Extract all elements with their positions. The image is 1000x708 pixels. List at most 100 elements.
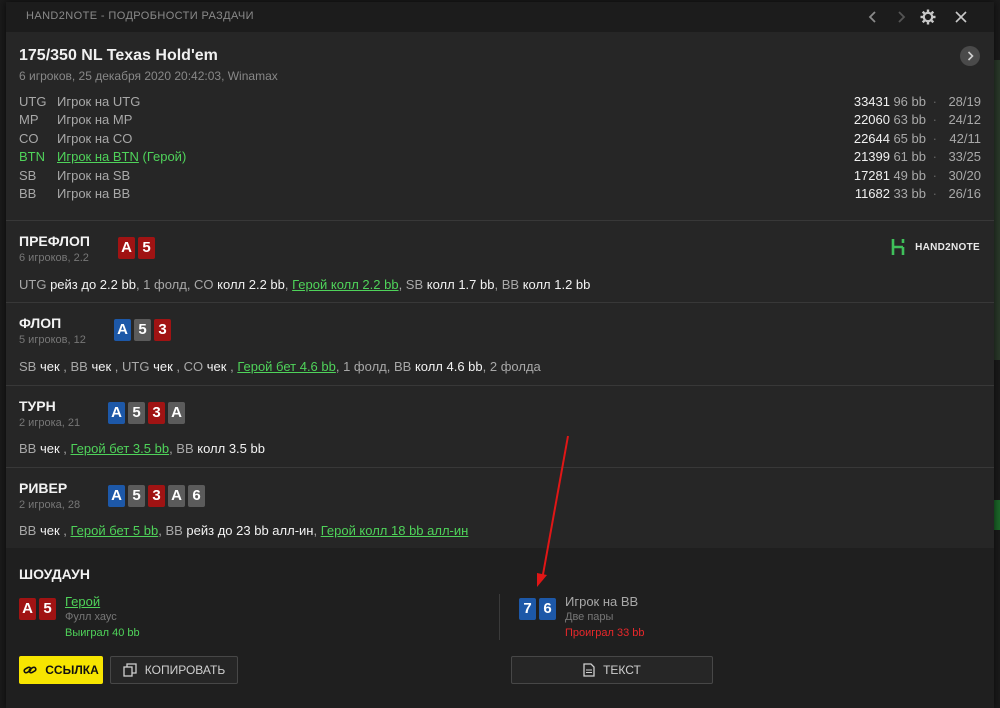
player-stack-bb: 96 bb [893,94,926,109]
villain-cards: 76 [519,598,556,620]
game-subtitle: 6 игроков, 25 декабря 2020 20:42:03, Win… [19,69,278,83]
window-title: HAND2NOTE - ПОДРОБНОСТИ РАЗДАЧИ [26,10,254,22]
close-button[interactable] [950,6,972,28]
street-sub: 2 игрока, 28 [19,499,81,511]
chevron-right-icon [967,51,974,61]
action-text: колл 2.2 bb [217,277,285,292]
player-name[interactable]: Игрок на SB [57,168,130,183]
card: A [19,598,36,620]
settings-button[interactable] [917,6,939,28]
player-position: SB [19,167,37,183]
player-name[interactable]: Игрок на BTN (Герой) [57,149,186,164]
hero-action[interactable]: Герой бет 5 bb [71,523,159,538]
separator-dot: · [932,94,937,109]
link-button-label: ССЫЛКА [45,663,99,677]
player-stack: 21399 [853,149,890,165]
hero-name[interactable]: Герой [65,594,100,609]
action-player: BB [19,441,40,456]
expand-button[interactable] [960,46,980,66]
player-name[interactable]: Игрок на CO [57,131,132,146]
player-stack-bb: 49 bb [893,167,926,183]
copy-button[interactable]: КОПИРОВАТЬ [110,656,238,684]
action-text: рейз до 2.2 bb [50,277,136,292]
action-player: BB [501,277,523,292]
player-row: BTN Игрок на BTN (Герой) 21399 61 bb · 33/25 [19,149,981,167]
street-actions: SB чек , BB чек , UTG чек , CO чек , Гер… [19,359,541,374]
player-stack: 22060 [853,112,890,128]
action-separator: , [111,359,123,374]
hero-action[interactable]: Герой бет 4.6 bb [237,359,336,374]
board-cards: A5 [118,237,155,259]
hand-header: 175/350 NL Texas Hold'em 6 игроков, 25 д… [6,32,994,220]
background-app-strip-bottom [994,500,1000,530]
hand-details-window: HAND2NOTE - ПОДРОБНОСТИ РАЗДАЧИ 175/350 [6,2,994,708]
link-icon [23,666,37,674]
action-text: колл 1.2 bb [522,277,591,292]
player-row: SB Игрок на SB 17281 49 bb · 30/20 [19,168,981,186]
card: A [168,402,185,424]
separator-dot: · [932,185,937,201]
card: A [108,485,125,507]
prev-hand-button[interactable] [862,6,884,28]
text-button[interactable]: ТЕКСТ [511,656,713,684]
card: 3 [148,485,165,507]
street-river: РИВЕР 2 игрока, 28 A53A6 BB чек , Герой … [6,467,994,549]
player-position: BB [19,185,37,201]
hand2note-logo: HAND2NOTE [891,238,980,256]
action-separator: , [313,523,321,538]
hero-action[interactable]: Герой бет 3.5 bb [71,441,170,456]
game-title: 175/350 NL Texas Hold'em [19,47,218,64]
hero-action[interactable]: Герой колл 2.2 bb [292,277,398,292]
action-text: колл 4.6 bb [414,359,483,374]
street-flop: ФЛОП 5 игроков, 12 A53 SB чек , BB чек ,… [6,302,994,386]
player-name-text: Игрок на SB [57,167,131,183]
action-text: чек [153,359,173,374]
player-stats: 24/12 [948,112,981,128]
player-name-text: Игрок на BTN [57,149,139,165]
player-stats: 28/19 [948,94,981,109]
player-name[interactable]: Игрок на MP [57,112,132,127]
chevron-left-icon [868,11,876,23]
player-name[interactable]: Игрок на UTG [57,94,140,109]
next-hand-button[interactable] [890,6,912,28]
action-player: UTG [122,359,154,374]
villain-hand-type: Две пары [565,611,614,623]
player-stack: 17281 [853,167,890,183]
showdown-title: ШОУДАУН [19,566,90,582]
player-name-text: Игрок на BB [57,185,131,201]
gear-icon [920,9,936,25]
action-text: чек [39,359,60,374]
hero-action[interactable]: Герой колл 18 bb алл-ин [321,523,469,538]
copy-button-label: КОПИРОВАТЬ [144,663,226,677]
card: 5 [138,237,155,259]
street-name: ТУРН [19,398,56,414]
separator-dot: · [932,149,937,165]
player-stack: 22644 [853,130,890,146]
card: 5 [39,598,56,620]
action-player: UTG [19,277,51,292]
action-text: колл 1.7 bb [426,277,495,292]
hero-cards: A5 [19,598,56,620]
action-separator: , [59,359,71,374]
link-button[interactable]: ССЫЛКА [19,656,103,684]
player-position: BTN [19,149,45,165]
action-text: колл 3.5 bb [197,441,265,456]
action-separator: , 1 фолд, [135,277,195,292]
player-stack-bb: 65 bb [893,130,926,146]
card: 5 [128,485,145,507]
player-stats: 42/11 [949,130,981,146]
street-actions: BB чек , Герой бет 5 bb, BB рейз до 23 b… [19,523,468,538]
street-name: ПРЕФЛОП [19,233,90,249]
card: 3 [148,402,165,424]
player-name[interactable]: Игрок на BB [57,186,130,201]
action-text: чек [91,359,112,374]
street-sub: 5 игроков, 12 [19,334,86,346]
action-text: чек [39,441,60,456]
board-cards: A53A [108,402,185,424]
card: 6 [188,485,205,507]
card: 3 [154,319,171,341]
background-app-strip [994,60,1000,360]
action-separator: , [59,441,71,456]
action-separator: , [172,359,184,374]
street-turn: ТУРН 2 игрока, 21 A53A BB чек , Герой бе… [6,385,994,468]
